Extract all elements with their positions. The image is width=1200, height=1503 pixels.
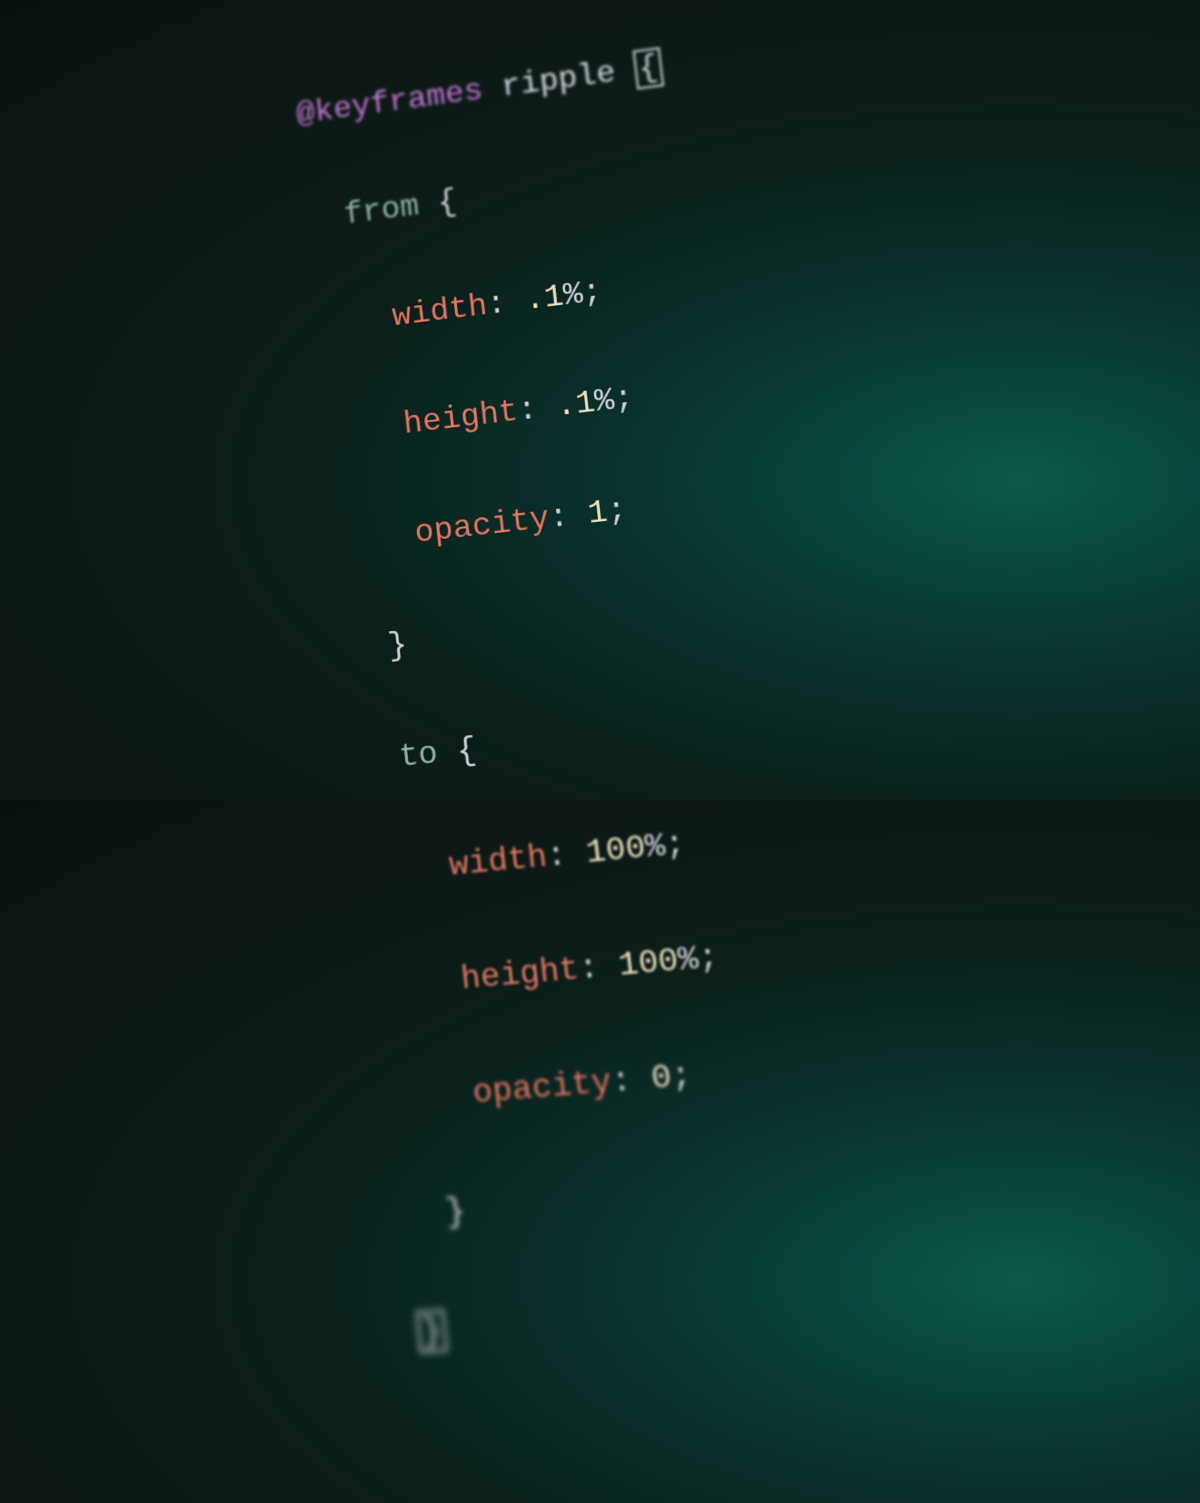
token-brace-open: { bbox=[455, 731, 478, 771]
token-semicolon: ; bbox=[696, 937, 721, 978]
code-line[interactable]: } bbox=[403, 1158, 798, 1246]
code-line[interactable]: opacity: 1; bbox=[336, 473, 716, 569]
line-number-gutter bbox=[0, 74, 67, 131]
token-semicolon: ; bbox=[669, 1056, 694, 1097]
token-colon: : bbox=[609, 1061, 633, 1102]
token-number: .1 bbox=[554, 383, 597, 425]
token-number: 100 bbox=[616, 941, 680, 985]
token-brace-close: } bbox=[386, 626, 409, 665]
gutter-mark bbox=[0, 103, 65, 113]
token-semicolon: ; bbox=[663, 824, 687, 865]
token-prop-height: height bbox=[459, 949, 581, 998]
token-number: .1 bbox=[523, 278, 565, 319]
cursor-bracket: } bbox=[416, 1309, 448, 1353]
code-line[interactable]: opacity: 0; bbox=[392, 1040, 784, 1129]
code-line[interactable]: from { bbox=[304, 147, 677, 247]
code-line[interactable]: width: .1%; bbox=[315, 254, 691, 353]
token-colon: : bbox=[547, 497, 570, 537]
token-semicolon: ; bbox=[605, 491, 629, 531]
gutter-mark bbox=[0, 74, 62, 84]
token-semicolon: ; bbox=[580, 273, 603, 312]
token-colon: : bbox=[485, 285, 508, 324]
code-line[interactable]: width: 100%; bbox=[369, 810, 756, 902]
token-prop-opacity: opacity bbox=[413, 499, 551, 551]
gutter-mark bbox=[0, 84, 63, 94]
token-brace-open: { bbox=[436, 183, 459, 221]
token-semicolon: ; bbox=[612, 379, 636, 418]
gutter-mark bbox=[0, 122, 67, 132]
token-colon: : bbox=[577, 948, 601, 989]
gutter-mark bbox=[0, 112, 66, 122]
code-line[interactable]: } bbox=[415, 1277, 812, 1363]
token-prop-width: width bbox=[391, 287, 489, 335]
token-prop-height: height bbox=[402, 393, 520, 443]
code-line[interactable]: } bbox=[347, 584, 730, 679]
token-brace-open: { bbox=[636, 49, 659, 88]
token-keyword-from: from bbox=[342, 188, 421, 234]
cursor-bracket: { bbox=[632, 47, 664, 89]
token-colon: : bbox=[545, 836, 569, 876]
code-line[interactable]: @keyframes ripple { bbox=[294, 41, 665, 143]
token-keyword-to: to bbox=[397, 735, 439, 777]
token-brace-close: } bbox=[444, 1191, 468, 1232]
token-number: 100 bbox=[584, 828, 648, 872]
token-rule: keyframes bbox=[313, 73, 485, 131]
code-line[interactable]: to { bbox=[358, 696, 743, 790]
token-colon: : bbox=[516, 390, 539, 429]
editor-viewport: @keyframes ripple { from { width: .1%; h… bbox=[0, 0, 1200, 929]
code-line[interactable]: height: 100%; bbox=[381, 924, 771, 1015]
code-block[interactable]: @keyframes ripple { from { width: .1%; h… bbox=[289, 0, 827, 1481]
code-line[interactable]: height: .1%; bbox=[326, 363, 704, 461]
token-brace-close: } bbox=[420, 1311, 444, 1352]
gutter-mark bbox=[0, 93, 64, 103]
token-prop-width: width bbox=[447, 837, 549, 885]
token-prop-opacity: opacity bbox=[471, 1063, 614, 1114]
token-identifier: ripple bbox=[500, 55, 618, 106]
